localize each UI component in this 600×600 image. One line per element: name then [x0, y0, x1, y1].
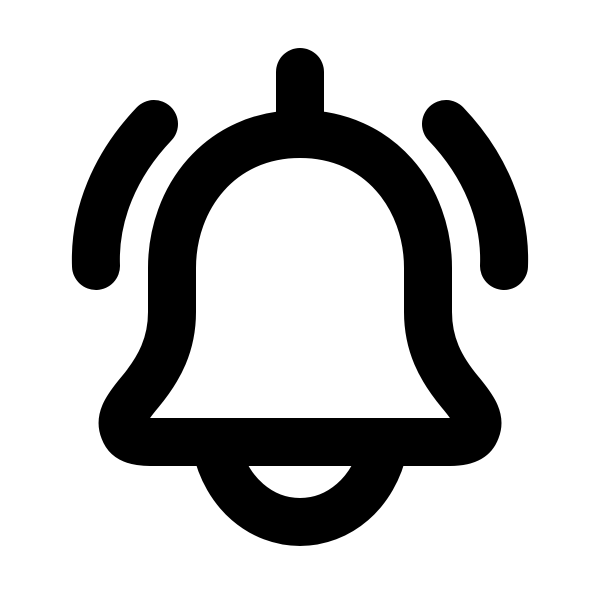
- right-ring-wave: [422, 100, 529, 290]
- bell-body: [98, 110, 502, 466]
- bell-ringing-icon: [71, 48, 529, 546]
- left-ring-wave: [71, 100, 178, 290]
- icon-canvas: [0, 0, 600, 600]
